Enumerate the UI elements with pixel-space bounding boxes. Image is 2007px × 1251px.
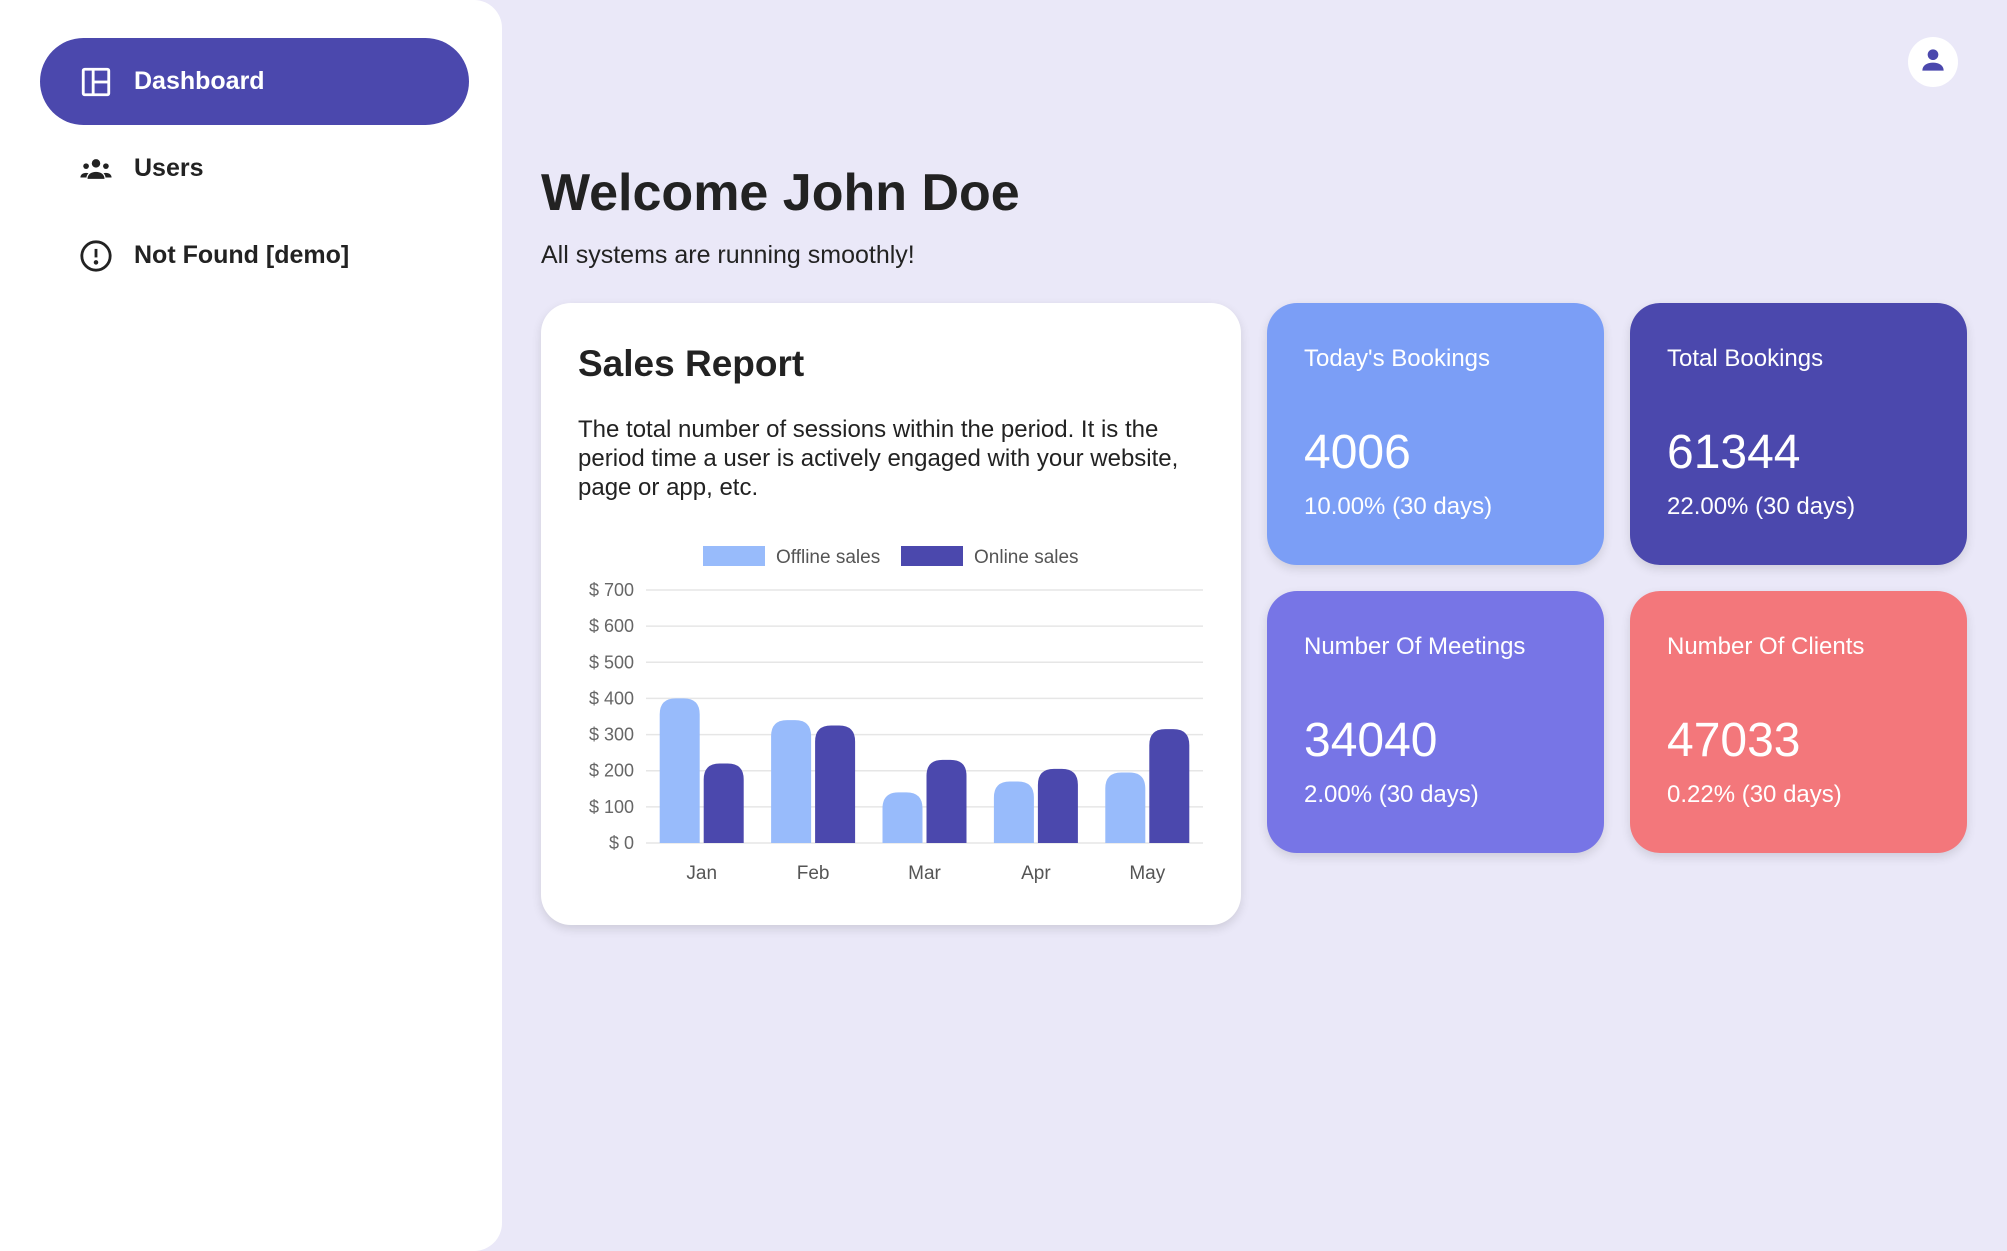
chart-bar-online-sales bbox=[1037, 768, 1078, 843]
chart-x-tick-label: Mar bbox=[908, 863, 941, 884]
alert-circle-icon bbox=[78, 238, 114, 274]
chart-bar-offline-sales bbox=[659, 698, 700, 843]
chart-bar-offline-sales bbox=[993, 781, 1034, 843]
user-icon bbox=[1917, 44, 1949, 81]
stat-value: 34040 bbox=[1304, 714, 1438, 767]
chart-x-tick-label: Apr bbox=[1021, 863, 1051, 884]
chart-x-tick-label: May bbox=[1129, 863, 1165, 884]
sidebar-item-users[interactable]: Users bbox=[40, 125, 469, 212]
stat-card-todays-bookings: Today's Bookings 4006 10.00% (30 days) bbox=[1267, 303, 1604, 565]
app-root: Dashboard Users Not Found [demo] Welcome… bbox=[0, 0, 2007, 1251]
page-title: Welcome John Doe bbox=[541, 164, 1020, 222]
stat-change: 10.00% (30 days) bbox=[1304, 493, 1493, 520]
chart-bar-online-sales bbox=[926, 759, 967, 843]
sidebar-item-not-found[interactable]: Not Found [demo] bbox=[40, 212, 469, 299]
chart-x-tick-label: Feb bbox=[797, 863, 830, 884]
sidebar-item-label: Not Found [demo] bbox=[134, 241, 350, 269]
chart-y-tick-label: $ 100 bbox=[589, 797, 634, 817]
chart-y-tick-label: $ 700 bbox=[589, 580, 634, 600]
chart-y-tick-label: $ 600 bbox=[589, 616, 634, 636]
sidebar: Dashboard Users Not Found [demo] bbox=[0, 0, 502, 1251]
sidebar-item-label: Dashboard bbox=[134, 67, 265, 95]
chart-bar-offline-sales bbox=[771, 720, 812, 843]
chart-y-tick-label: $ 300 bbox=[589, 725, 634, 745]
stat-label: Number Of Clients bbox=[1667, 633, 1865, 660]
chart-bar-online-sales bbox=[703, 763, 744, 843]
chart-bar-online-sales bbox=[815, 725, 856, 843]
stat-value: 47033 bbox=[1667, 714, 1801, 767]
stat-change: 0.22% (30 days) bbox=[1667, 781, 1842, 808]
stat-change: 2.00% (30 days) bbox=[1304, 781, 1479, 808]
chart-y-tick-label: $ 400 bbox=[589, 688, 634, 708]
user-avatar-button[interactable] bbox=[1908, 37, 1958, 87]
chart-legend-label: Offline sales bbox=[776, 547, 880, 568]
chart-legend-swatch bbox=[901, 546, 963, 566]
sidebar-item-label: Users bbox=[134, 154, 204, 182]
chart-bar-offline-sales bbox=[1105, 772, 1146, 843]
chart-y-tick-label: $ 200 bbox=[589, 761, 634, 781]
page-subtitle: All systems are running smoothly! bbox=[541, 241, 915, 269]
chart-bar-online-sales bbox=[1149, 729, 1190, 843]
chart-bar-offline-sales bbox=[882, 792, 923, 843]
stat-value: 61344 bbox=[1667, 426, 1801, 479]
stat-label: Today's Bookings bbox=[1304, 345, 1491, 372]
sidebar-item-dashboard[interactable]: Dashboard bbox=[40, 38, 469, 125]
chart-x-tick-label: Jan bbox=[686, 863, 717, 884]
stat-card-total-bookings: Total Bookings 61344 22.00% (30 days) bbox=[1630, 303, 1967, 565]
stat-label: Total Bookings bbox=[1667, 345, 1824, 372]
sales-report-card: Sales Report The total number of session… bbox=[541, 303, 1241, 925]
dashboard-icon bbox=[78, 64, 114, 100]
stat-card-number-of-clients: Number Of Clients 47033 0.22% (30 days) bbox=[1630, 591, 1967, 853]
chart-legend-swatch bbox=[703, 546, 765, 566]
stat-card-number-of-meetings: Number Of Meetings 34040 2.00% (30 days) bbox=[1267, 591, 1604, 853]
chart-y-tick-label: $ 500 bbox=[589, 652, 634, 672]
stat-label: Number Of Meetings bbox=[1304, 633, 1526, 660]
chart-y-tick-label: $ 0 bbox=[609, 833, 634, 853]
sales-bar-chart: $ 0 $ 100 $ 200 $ 300 $ 400 $ 500 $ 600 $ 700 Ja… bbox=[589, 546, 1203, 884]
users-icon bbox=[78, 151, 114, 187]
stat-value: 4006 bbox=[1304, 426, 1411, 479]
stat-change: 22.00% (30 days) bbox=[1667, 493, 1856, 520]
chart-legend-label: Online sales bbox=[974, 547, 1079, 568]
